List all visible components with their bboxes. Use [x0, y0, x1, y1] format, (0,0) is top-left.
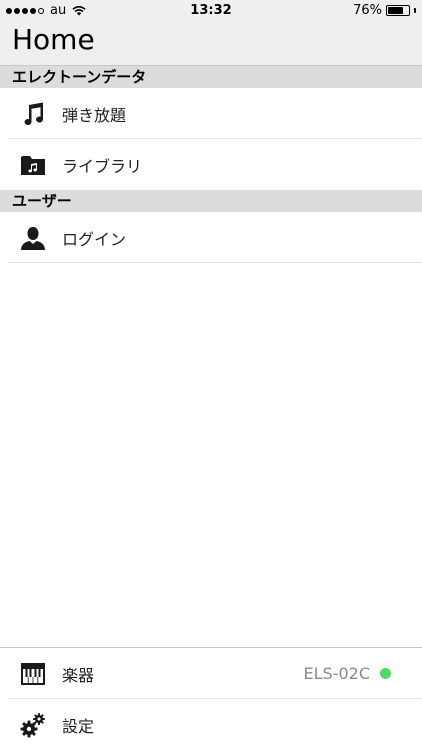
row-label: 楽器: [62, 665, 95, 685]
section-header-user: ユーザー: [0, 190, 422, 212]
connection-status-dot: [380, 668, 391, 679]
instrument-model: ELS-02C: [303, 664, 370, 683]
music-note-icon: [19, 100, 47, 128]
row-label: 弾き放題: [62, 105, 127, 125]
row-login[interactable]: ログイン: [0, 212, 422, 263]
battery-percentage: 76%: [353, 3, 382, 18]
page-title: Home: [12, 23, 95, 56]
row-settings[interactable]: 設定: [0, 699, 422, 750]
battery-icon: [386, 5, 410, 16]
row-library[interactable]: ライブラリ: [0, 139, 422, 190]
row-label: ライブラリ: [62, 156, 143, 176]
keyboard-icon: [19, 660, 47, 688]
row-hikihoudai[interactable]: 弾き放題: [0, 88, 422, 139]
section-header-electone-data: エレクトーンデータ: [0, 66, 422, 88]
folder-music-icon: [19, 151, 47, 179]
row-instrument[interactable]: 楽器 ELS-02C: [0, 648, 422, 699]
battery-tip: [414, 8, 416, 13]
status-bar: au 13:32 76%: [0, 0, 422, 22]
battery-fill: [388, 7, 404, 14]
row-label: ログイン: [62, 229, 127, 249]
status-right: 76%: [353, 3, 416, 18]
navigation-header: Home: [0, 22, 422, 66]
gears-icon: [19, 711, 47, 739]
row-label: 設定: [62, 716, 95, 736]
user-icon: [19, 224, 47, 252]
